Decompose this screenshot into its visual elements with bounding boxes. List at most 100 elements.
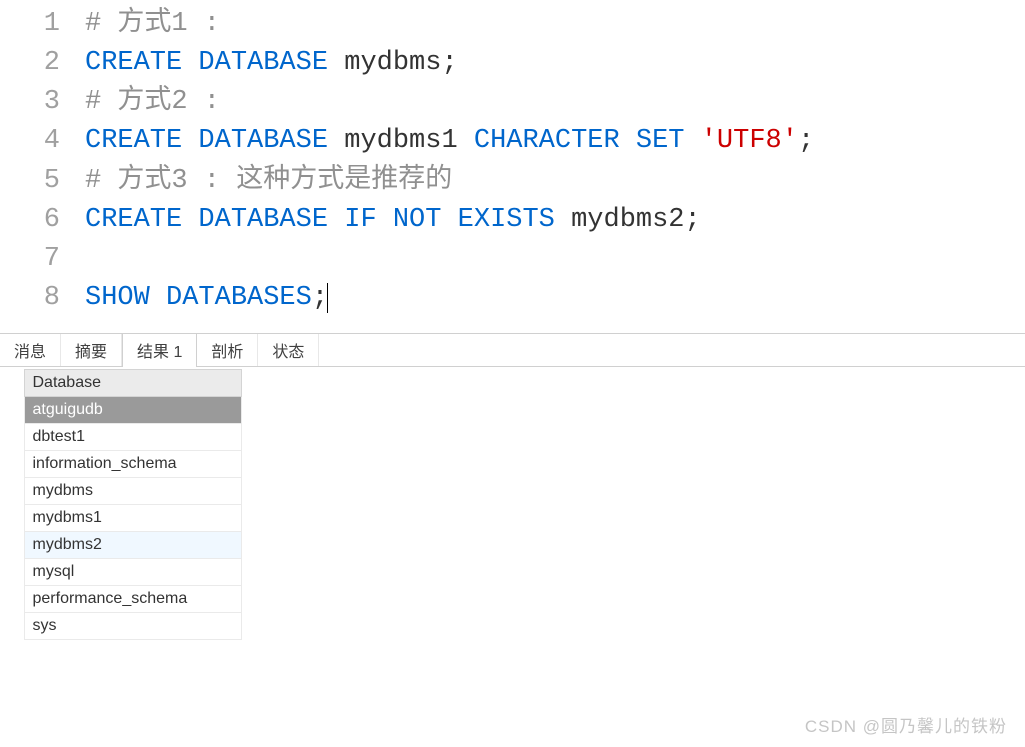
line-content[interactable]: # 方式1 : bbox=[85, 5, 1025, 44]
token-keyword: CREATE bbox=[85, 126, 182, 156]
token-ident bbox=[685, 126, 701, 156]
cell-database-name[interactable]: mydbms bbox=[24, 478, 242, 505]
line-content[interactable]: SHOW DATABASES; bbox=[85, 279, 1025, 318]
code-line[interactable]: 6CREATE DATABASE IF NOT EXISTS mydbms2; bbox=[0, 201, 1025, 240]
cell-database-name[interactable]: sys bbox=[24, 613, 242, 640]
token-keyword: DATABASE bbox=[198, 205, 328, 235]
token-comment: # 方式2 : bbox=[85, 87, 220, 117]
line-number: 8 bbox=[0, 279, 85, 318]
token-ident bbox=[377, 205, 393, 235]
line-number: 4 bbox=[0, 122, 85, 161]
tab-0[interactable]: 消息 bbox=[0, 334, 61, 366]
code-line[interactable]: 2CREATE DATABASE mydbms; bbox=[0, 44, 1025, 83]
token-ident: mydbms2 bbox=[571, 205, 684, 235]
tab-1[interactable]: 摘要 bbox=[61, 334, 122, 366]
table-row[interactable]: dbtest1 bbox=[12, 424, 242, 451]
line-content[interactable]: CREATE DATABASE mydbms1 CHARACTER SET 'U… bbox=[85, 122, 1025, 161]
results-table[interactable]: Database▶atguigudbdbtest1information_sch… bbox=[12, 369, 242, 640]
token-ident bbox=[458, 126, 474, 156]
tab-3[interactable]: 剖析 bbox=[197, 334, 258, 366]
token-keyword: CREATE bbox=[85, 205, 182, 235]
code-line[interactable]: 8SHOW DATABASES; bbox=[0, 279, 1025, 318]
table-row[interactable]: sys bbox=[12, 613, 242, 640]
row-indicator-icon: ▶ bbox=[12, 397, 24, 424]
token-ident bbox=[441, 205, 457, 235]
token-comment: # 方式1 : bbox=[85, 9, 220, 39]
token-ident bbox=[620, 126, 636, 156]
cell-database-name[interactable]: mydbms1 bbox=[24, 505, 242, 532]
text-cursor bbox=[327, 283, 328, 313]
row-indicator-icon bbox=[12, 451, 24, 478]
cell-database-name[interactable]: mysql bbox=[24, 559, 242, 586]
table-row[interactable]: mydbms2 bbox=[12, 532, 242, 559]
token-keyword: DATABASE bbox=[198, 126, 328, 156]
line-content[interactable]: CREATE DATABASE mydbms; bbox=[85, 44, 1025, 83]
line-number: 5 bbox=[0, 162, 85, 201]
code-line[interactable]: 1# 方式1 : bbox=[0, 5, 1025, 44]
line-number: 7 bbox=[0, 240, 85, 279]
column-header-database[interactable]: Database bbox=[24, 370, 242, 397]
row-indicator-icon bbox=[12, 613, 24, 640]
cell-database-name[interactable]: performance_schema bbox=[24, 586, 242, 613]
token-punct: ; bbox=[441, 48, 457, 78]
table-row[interactable]: mydbms1 bbox=[12, 505, 242, 532]
token-keyword: SET bbox=[636, 126, 685, 156]
row-indicator-icon bbox=[12, 559, 24, 586]
token-ident bbox=[328, 126, 344, 156]
watermark-text: CSDN @圆乃馨儿的铁粉 bbox=[805, 712, 1007, 737]
token-keyword: EXISTS bbox=[458, 205, 555, 235]
row-indicator-icon bbox=[12, 478, 24, 505]
row-indicator-icon bbox=[12, 505, 24, 532]
token-ident bbox=[328, 48, 344, 78]
code-line[interactable]: 4CREATE DATABASE mydbms1 CHARACTER SET '… bbox=[0, 122, 1025, 161]
token-keyword: CREATE bbox=[85, 48, 182, 78]
line-number: 2 bbox=[0, 44, 85, 83]
tab-2[interactable]: 结果 1 bbox=[122, 333, 197, 367]
token-keyword: CHARACTER bbox=[474, 126, 620, 156]
line-content[interactable]: CREATE DATABASE IF NOT EXISTS mydbms2; bbox=[85, 201, 1025, 240]
token-ident bbox=[182, 205, 198, 235]
token-punct: ; bbox=[685, 205, 701, 235]
row-indicator-icon bbox=[12, 586, 24, 613]
token-ident bbox=[182, 126, 198, 156]
table-row[interactable]: mysql bbox=[12, 559, 242, 586]
token-ident bbox=[150, 283, 166, 313]
token-punct: ; bbox=[798, 126, 814, 156]
token-ident bbox=[555, 205, 571, 235]
code-line[interactable]: 7 bbox=[0, 240, 1025, 279]
token-keyword: NOT bbox=[393, 205, 442, 235]
table-row[interactable]: information_schema bbox=[12, 451, 242, 478]
code-line[interactable]: 5# 方式3 : 这种方式是推荐的 bbox=[0, 162, 1025, 201]
results-panel: Database▶atguigudbdbtest1information_sch… bbox=[0, 369, 1025, 640]
table-row[interactable]: performance_schema bbox=[12, 586, 242, 613]
line-number: 3 bbox=[0, 83, 85, 122]
code-line[interactable]: 3# 方式2 : bbox=[0, 83, 1025, 122]
table-row[interactable]: ▶atguigudb bbox=[12, 397, 242, 424]
token-string: 'UTF8' bbox=[701, 126, 798, 156]
tab-4[interactable]: 状态 bbox=[258, 334, 319, 366]
line-content[interactable]: # 方式3 : 这种方式是推荐的 bbox=[85, 162, 1025, 201]
token-keyword: SHOW bbox=[85, 283, 150, 313]
cell-database-name[interactable]: atguigudb bbox=[24, 397, 242, 424]
token-ident: mydbms bbox=[344, 48, 441, 78]
token-keyword: DATABASES bbox=[166, 283, 312, 313]
cell-database-name[interactable]: information_schema bbox=[24, 451, 242, 478]
cell-database-name[interactable]: dbtest1 bbox=[24, 424, 242, 451]
token-comment: # 方式3 : 这种方式是推荐的 bbox=[85, 166, 452, 196]
line-number: 6 bbox=[0, 201, 85, 240]
row-indicator-icon bbox=[12, 424, 24, 451]
row-indicator-header bbox=[12, 370, 24, 397]
token-ident bbox=[328, 205, 344, 235]
line-content[interactable] bbox=[85, 240, 1025, 279]
token-punct: ; bbox=[312, 283, 328, 313]
row-indicator-icon bbox=[12, 532, 24, 559]
cell-database-name[interactable]: mydbms2 bbox=[24, 532, 242, 559]
results-tabs-bar: 消息摘要结果 1剖析状态 bbox=[0, 333, 1025, 367]
line-number: 1 bbox=[0, 5, 85, 44]
table-row[interactable]: mydbms bbox=[12, 478, 242, 505]
token-ident: mydbms1 bbox=[344, 126, 457, 156]
token-ident bbox=[182, 48, 198, 78]
line-content[interactable]: # 方式2 : bbox=[85, 83, 1025, 122]
token-keyword: IF bbox=[344, 205, 376, 235]
sql-editor[interactable]: 1# 方式1 :2CREATE DATABASE mydbms;3# 方式2 :… bbox=[0, 0, 1025, 333]
